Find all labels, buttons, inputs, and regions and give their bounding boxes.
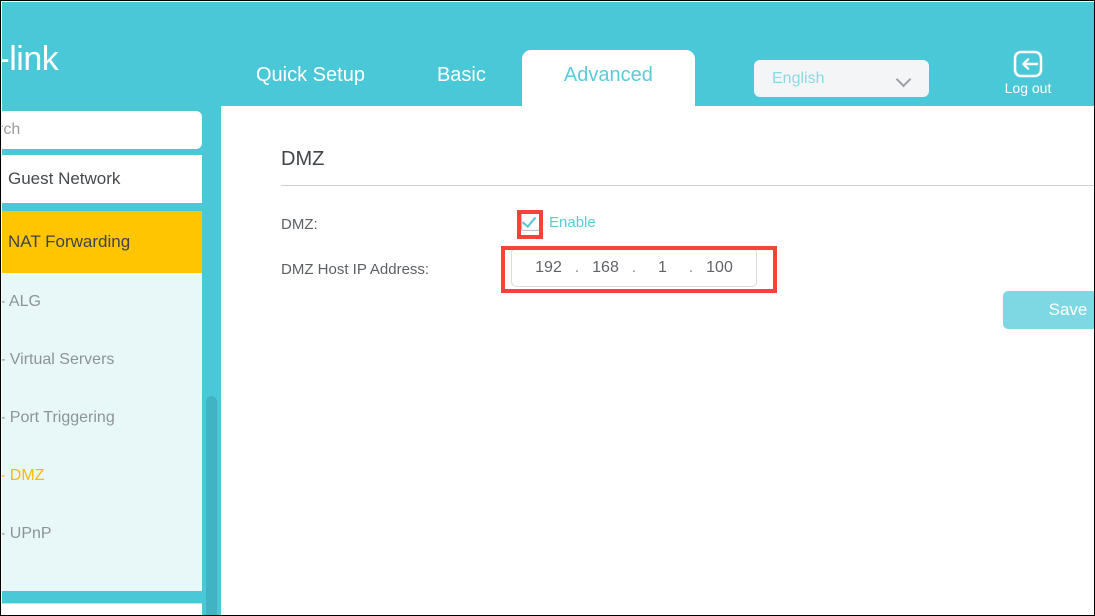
sidebar-item-label: NAT Forwarding (8, 232, 131, 251)
dmz-enable-label[interactable]: Enable (549, 214, 596, 231)
main-content: DMZ DMZ: Enable DMZ Host IP Address: 192… (221, 106, 1094, 615)
logout-button[interactable]: Log out (997, 50, 1059, 96)
chevron-down-icon (897, 72, 911, 86)
dmz-host-ip-input[interactable]: 192 . 168 . 1 . 100 (511, 248, 757, 287)
logout-label: Log out (1004, 80, 1052, 96)
sidebar-item-label: Guest Network (8, 169, 121, 188)
ip-separator: . (688, 258, 694, 276)
ip-separator: . (631, 258, 637, 276)
tab-advanced[interactable]: Advanced (521, 50, 695, 106)
sidebar-footer-spacer (2, 591, 202, 603)
ip-octet-1[interactable]: 192 (527, 259, 571, 277)
page-header: p-link Quick Setup Basic Advanced Englis… (2, 2, 1094, 106)
ip-octet-3[interactable]: 1 (641, 259, 685, 277)
sidebar-item-dmz[interactable]: - DMZ (2, 447, 202, 505)
sidebar-scrollbar-thumb[interactable] (206, 396, 217, 615)
language-selected-value: English (772, 69, 825, 87)
sidebar-submenu: - ALG - Virtual Servers - Port Triggerin… (2, 273, 202, 591)
dmz-enable-checkbox[interactable] (521, 212, 540, 231)
search-input-value: rch (2, 121, 21, 138)
save-button[interactable]: Save (1003, 291, 1094, 329)
title-divider (281, 185, 1094, 186)
page-title: DMZ (281, 148, 325, 170)
dmz-host-ip-label: DMZ Host IP Address: (281, 261, 430, 278)
tab-quick-setup[interactable]: Quick Setup (220, 50, 401, 106)
main-nav-tabs: Quick Setup Basic Advanced (220, 50, 695, 106)
sidebar-item-port-triggering[interactable]: - Port Triggering (2, 389, 202, 447)
tab-basic[interactable]: Basic (401, 50, 522, 106)
dmz-field-label: DMZ: (281, 216, 318, 233)
checkmark-icon (521, 212, 537, 229)
ip-octet-4[interactable]: 100 (698, 259, 742, 277)
language-selector[interactable]: English (754, 60, 929, 97)
sidebar-item-nat-forwarding[interactable]: NAT Forwarding (2, 211, 202, 273)
sidebar-bottom-strip (2, 603, 202, 615)
sidebar-item-virtual-servers[interactable]: - Virtual Servers (2, 331, 202, 389)
sidebar-item-upnp[interactable]: - UPnP (2, 505, 202, 563)
router-admin-page: p-link Quick Setup Basic Advanced Englis… (0, 0, 1095, 616)
ip-octet-2[interactable]: 168 (584, 259, 628, 277)
ip-separator: . (574, 258, 580, 276)
sidebar-item-guest-network[interactable]: Guest Network (2, 155, 202, 203)
sidebar-item-alg[interactable]: - ALG (2, 273, 202, 331)
sidebar: rch Guest Network NAT Forwarding - ALG -… (2, 106, 221, 615)
logout-icon (1013, 50, 1043, 78)
tplink-logo: p-link (2, 40, 59, 78)
search-input[interactable]: rch (2, 111, 202, 149)
